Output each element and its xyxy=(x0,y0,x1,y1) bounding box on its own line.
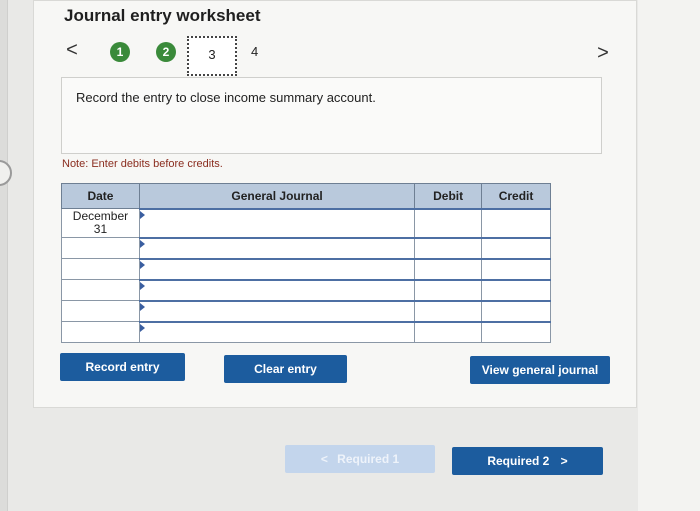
debit-input[interactable] xyxy=(414,320,483,343)
debit-input[interactable] xyxy=(414,257,483,280)
credit-input[interactable] xyxy=(481,320,551,343)
instruction-text: Record the entry to close income summary… xyxy=(76,90,376,105)
left-edge-panel xyxy=(0,0,8,511)
debit-input[interactable] xyxy=(414,278,483,301)
required-2-button[interactable]: Required 2 > xyxy=(452,447,603,475)
header-general-journal: General Journal xyxy=(138,183,416,209)
table-row xyxy=(61,257,551,280)
required-2-label: Required 2 xyxy=(487,454,550,468)
credit-input[interactable] xyxy=(481,257,551,280)
step-2[interactable]: 2 xyxy=(156,42,176,62)
header-credit: Credit xyxy=(481,183,551,209)
journal-header-row: Date General Journal Debit Credit xyxy=(61,183,551,209)
account-input[interactable] xyxy=(138,278,416,301)
date-cell[interactable] xyxy=(61,237,140,259)
account-input[interactable] xyxy=(138,207,416,238)
table-row xyxy=(61,320,551,343)
clear-entry-button[interactable]: Clear entry xyxy=(224,355,347,383)
date-cell[interactable] xyxy=(61,258,140,280)
step-3-current[interactable]: 3 xyxy=(187,36,237,76)
date-cell[interactable]: December 31 xyxy=(61,208,140,238)
table-row xyxy=(61,299,551,322)
credit-input[interactable] xyxy=(481,278,551,301)
header-date: Date xyxy=(61,183,140,209)
account-input[interactable] xyxy=(138,320,416,343)
right-strip xyxy=(638,0,700,511)
prev-step-arrow[interactable]: < xyxy=(64,38,80,62)
record-entry-button[interactable]: Record entry xyxy=(60,353,185,381)
required-1-button[interactable]: < Required 1 xyxy=(285,445,435,473)
date-cell[interactable] xyxy=(61,300,140,322)
journal-table: Date General Journal Debit Credit Decemb… xyxy=(61,183,551,343)
credit-input[interactable] xyxy=(481,207,551,238)
required-1-label: Required 1 xyxy=(337,452,400,466)
credit-input[interactable] xyxy=(481,299,551,322)
view-general-journal-button[interactable]: View general journal xyxy=(470,356,610,384)
debit-input[interactable] xyxy=(414,299,483,322)
debit-input[interactable] xyxy=(414,207,483,238)
credit-input[interactable] xyxy=(481,236,551,259)
step-1[interactable]: 1 xyxy=(110,42,130,62)
edge-circle xyxy=(0,160,12,186)
page-title: Journal entry worksheet xyxy=(64,6,261,25)
note-text: Note: Enter debits before credits. xyxy=(62,158,223,170)
instruction-box: Record the entry to close income summary… xyxy=(61,77,602,154)
account-input[interactable] xyxy=(138,236,416,259)
table-row: December 31 xyxy=(61,207,551,238)
header-debit: Debit xyxy=(414,183,483,209)
table-row xyxy=(61,236,551,259)
chevron-left-icon: < xyxy=(320,452,328,466)
chevron-right-icon: > xyxy=(560,454,568,468)
date-cell[interactable] xyxy=(61,279,140,301)
table-row xyxy=(61,278,551,301)
date-day: 31 xyxy=(93,222,108,236)
step-4[interactable]: 4 xyxy=(251,44,258,59)
account-input[interactable] xyxy=(138,257,416,280)
date-cell[interactable] xyxy=(61,321,140,343)
account-input[interactable] xyxy=(138,299,416,322)
next-step-arrow[interactable]: > xyxy=(595,41,611,65)
debit-input[interactable] xyxy=(414,236,483,259)
